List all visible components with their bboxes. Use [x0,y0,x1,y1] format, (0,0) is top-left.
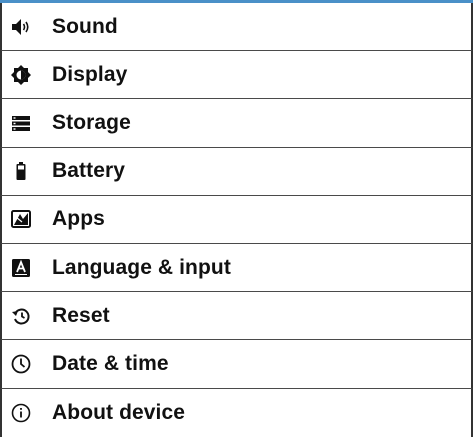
settings-item-apps[interactable]: Apps [0,195,473,244]
storage-icon [10,112,32,134]
battery-icon [10,160,32,182]
settings-list: Sound Display Storage Battery Apps Langu… [0,3,473,437]
settings-item-label: Date & time [52,351,169,375]
settings-item-label: Sound [52,14,118,38]
brightness-icon [10,64,32,86]
settings-item-label: Reset [52,303,110,327]
settings-item-label: Apps [52,207,105,231]
settings-item-language-input[interactable]: Language & input [0,243,473,293]
settings-item-label: Storage [52,110,131,134]
restore-icon [10,305,32,327]
settings-item-label: Battery [52,159,126,183]
keyboard-letter-icon [10,257,32,279]
settings-item-battery[interactable]: Battery [0,147,473,196]
settings-item-storage[interactable]: Storage [0,99,473,148]
apps-icon [10,208,32,230]
settings-item-label: Language & input [52,255,231,279]
settings-item-display[interactable]: Display [0,51,473,100]
settings-item-sound[interactable]: Sound [0,3,473,52]
settings-item-reset[interactable]: Reset [0,292,473,341]
info-icon [10,402,32,424]
settings-item-date-time[interactable]: Date & time [0,340,473,389]
settings-item-label: About device [52,400,186,424]
speaker-icon [10,16,32,38]
settings-item-about-device[interactable]: About device [0,388,473,437]
clock-icon [10,353,32,375]
settings-item-label: Display [52,62,128,86]
